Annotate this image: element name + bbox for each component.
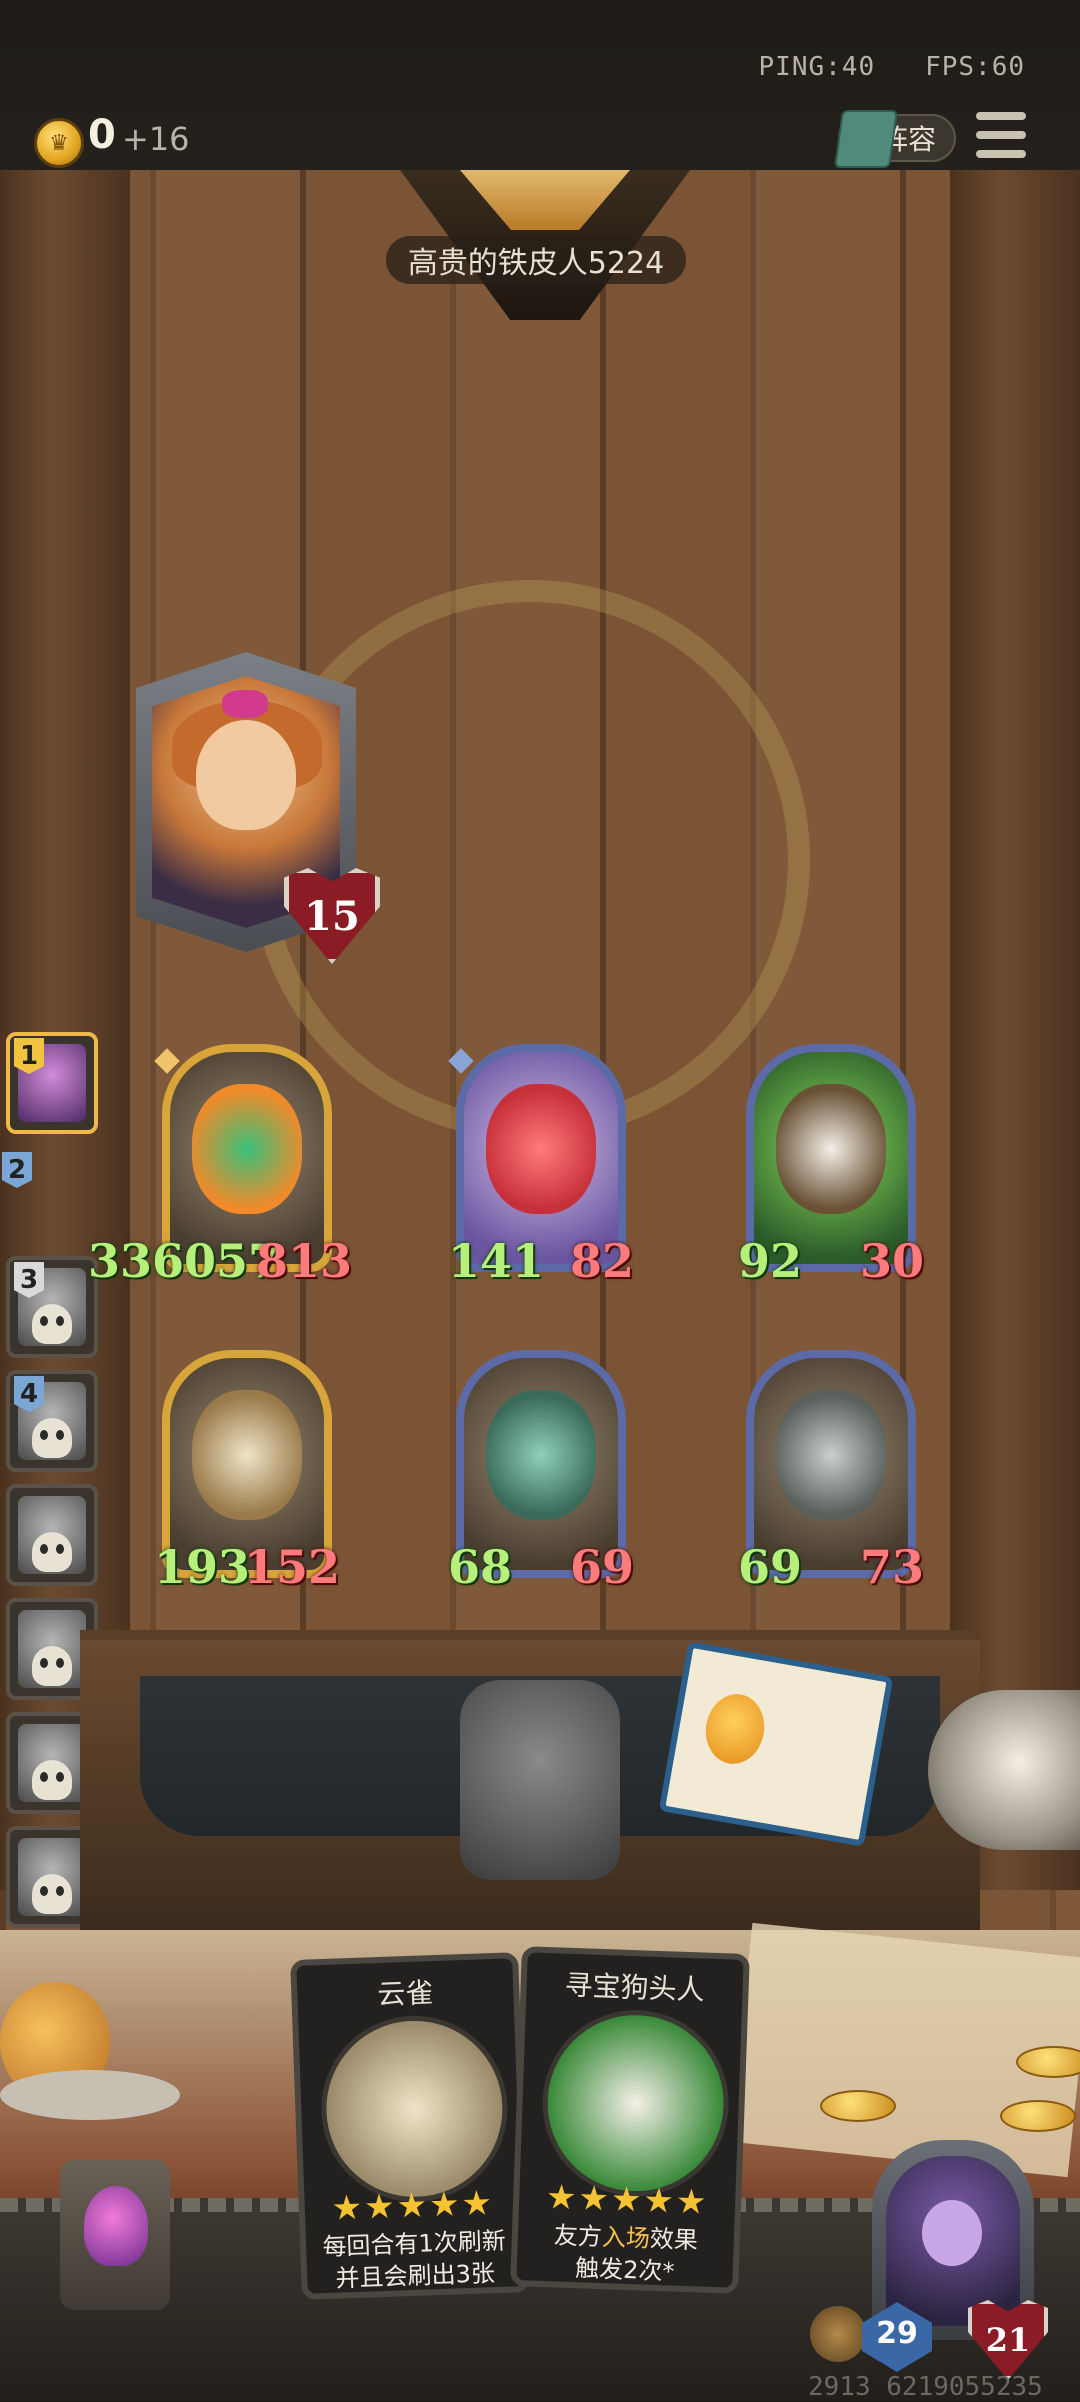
skull-icon xyxy=(32,1532,72,1572)
minion-attack: 69 xyxy=(738,1540,803,1594)
skull-icon xyxy=(32,1646,72,1686)
tavern-upgrade-icon[interactable] xyxy=(810,2306,866,2362)
minion-attack: 193 xyxy=(154,1540,251,1594)
player-slot-4[interactable]: 4 xyxy=(6,1370,98,1472)
minion-health: 82 xyxy=(569,1234,634,1288)
card-name: 云雀 xyxy=(376,1976,434,2012)
minion-art xyxy=(776,1084,886,1214)
minion-attack: 68 xyxy=(448,1540,513,1594)
card-description: 友方入场效果 触发2次* xyxy=(526,2219,724,2290)
bird-mascot xyxy=(928,1690,1080,1850)
menu-icon-bar xyxy=(976,112,1026,120)
minion-art xyxy=(486,1390,596,1520)
opponent-hero-bow xyxy=(222,690,268,718)
card-portrait xyxy=(318,2012,511,2206)
minion-art xyxy=(192,1084,302,1214)
minion-art xyxy=(486,1084,596,1214)
star-rating: ★★★★★ xyxy=(330,2183,495,2229)
player-hero-face xyxy=(922,2200,982,2266)
card-desc-line: 友方入场效果 xyxy=(527,2219,724,2258)
minion-attack: 336057 xyxy=(88,1234,281,1288)
player-armor: 29 xyxy=(876,2316,918,2351)
user-id: 2913 6219055235 xyxy=(808,2372,1043,2402)
minion-health: 30 xyxy=(859,1234,924,1288)
board-minion[interactable]: 336057 813 xyxy=(88,1044,352,1288)
rank-badge: 2 xyxy=(2,1152,32,1188)
star-rating: ★★★★★ xyxy=(545,2177,710,2223)
desc-text: 友方 xyxy=(553,2221,603,2252)
gold-amount: 0 xyxy=(88,112,116,158)
purple-gem-icon xyxy=(84,2186,148,2266)
menu-icon-bar xyxy=(976,131,1026,139)
player-slot-5[interactable] xyxy=(6,1484,98,1586)
card-portrait xyxy=(539,2006,732,2200)
board-minion[interactable]: 141 82 xyxy=(448,1044,634,1288)
board-minion[interactable]: 69 73 xyxy=(738,1350,924,1594)
board-minion[interactable]: 68 69 xyxy=(448,1350,634,1594)
menu-button[interactable] xyxy=(976,112,1026,158)
refresh-tap-lever[interactable] xyxy=(460,1680,620,1880)
minion-health: 813 xyxy=(255,1234,352,1288)
minion-attack: 92 xyxy=(738,1234,803,1288)
hand-card[interactable]: 云雀 ★★★★★ 每回合有1次刷新 并且会刷出3张 xyxy=(290,1952,530,2300)
board-minion[interactable]: 92 30 xyxy=(738,1044,924,1288)
player-slot-1[interactable]: 1 xyxy=(6,1032,98,1134)
card-description: 每回合有1次刷新 并且会刷出3张 xyxy=(316,2225,514,2296)
opponent-name: 高贵的铁皮人5224 xyxy=(386,236,686,284)
minion-attack: 141 xyxy=(448,1234,545,1288)
lineup-book-icon[interactable] xyxy=(833,110,899,168)
fps-readout: FPS:60 xyxy=(925,52,1025,82)
gold-income: +16 xyxy=(122,120,190,158)
plate xyxy=(0,2070,180,2120)
card-desc-line: 并且会刷出3张 xyxy=(335,2259,496,2293)
skull-icon xyxy=(32,1304,72,1344)
desc-keyword: 入场 xyxy=(601,2223,651,2253)
minion-art xyxy=(776,1390,886,1520)
gold-coin-icon: ♛ xyxy=(34,118,84,168)
skull-icon xyxy=(32,1874,72,1914)
board-minion[interactable]: 193 152 xyxy=(154,1350,340,1594)
minion-art xyxy=(192,1390,302,1520)
menu-icon-bar xyxy=(976,150,1026,158)
network-stats: PING:40 FPS:60 xyxy=(759,52,1025,82)
minion-health: 69 xyxy=(569,1540,634,1594)
minion-health: 152 xyxy=(243,1540,340,1594)
coin-icon xyxy=(820,2090,896,2122)
spell-book-icon[interactable] xyxy=(658,1641,894,1847)
hand-card[interactable]: 寻宝狗头人 ★★★★★ 友方入场效果 触发2次* xyxy=(510,1946,750,2294)
coin-icon xyxy=(1000,2100,1076,2132)
opponent-hero-face xyxy=(196,720,296,830)
player-slot-3[interactable]: 3 xyxy=(6,1256,98,1358)
card-name: 寻宝狗头人 xyxy=(564,1968,706,2007)
ping-readout: PING:40 xyxy=(758,52,876,82)
minion-health: 73 xyxy=(859,1540,924,1594)
skull-icon xyxy=(32,1418,72,1458)
skull-icon xyxy=(32,1760,72,1800)
desc-text: 效果 xyxy=(649,2224,699,2255)
